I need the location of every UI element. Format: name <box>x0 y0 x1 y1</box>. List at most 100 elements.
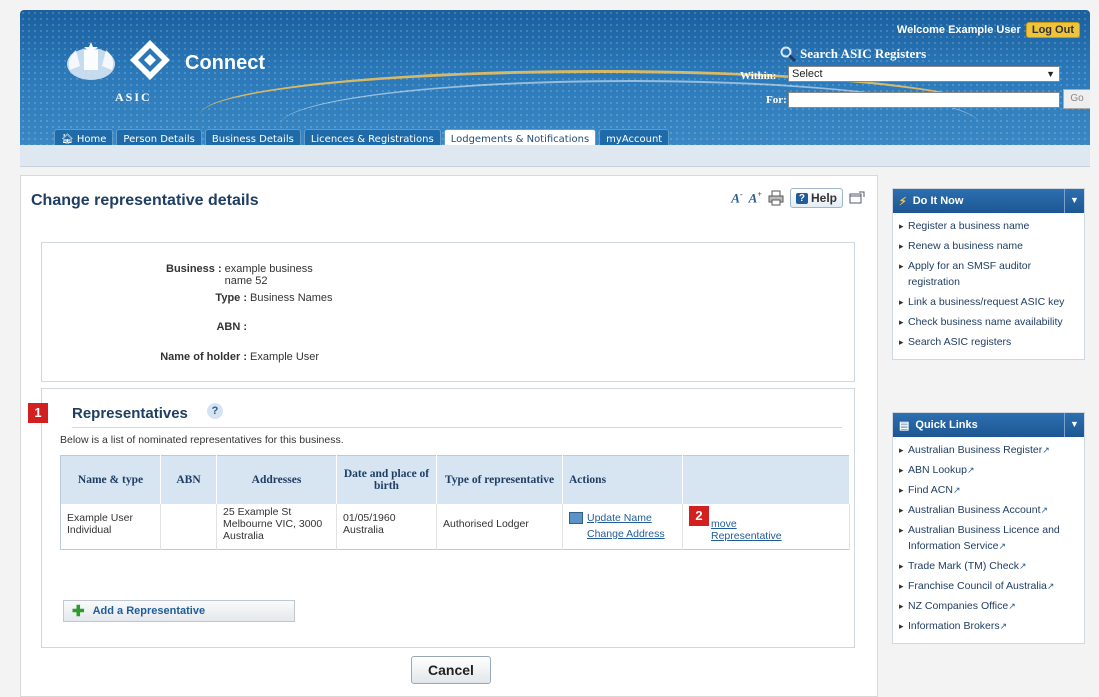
within-select[interactable]: Select ▼ <box>788 66 1060 82</box>
logo-connect-text: Connect <box>185 52 265 74</box>
quick-links-list: Australian Business Register↗ ABN Lookup… <box>893 437 1084 643</box>
do-it-now-item[interactable]: Register a business name <box>899 218 1080 234</box>
pob-value: Australia <box>343 523 384 536</box>
tab-business-details[interactable]: Business Details <box>204 129 301 145</box>
detail-holder: Name of holder : Example User <box>42 351 342 363</box>
col-dob: Date and place of birth <box>336 455 437 504</box>
print-icon[interactable] <box>768 190 784 206</box>
increase-text-size-icon[interactable]: A+ <box>749 190 762 206</box>
update-name-link[interactable]: Update Name <box>587 512 652 524</box>
cancel-button[interactable]: Cancel <box>411 656 491 684</box>
tab-myaccount[interactable]: myAccount <box>599 129 670 145</box>
do-it-now-item[interactable]: Search ASIC registers <box>899 334 1080 350</box>
quick-link-item[interactable]: Franchise Council of Australia↗ <box>899 578 1080 594</box>
quick-link-item[interactable]: ABN Lookup↗ <box>899 462 1080 478</box>
step-marker-2: 2 <box>689 505 709 526</box>
cell-addresses: 25 Example St Melbourne VIC, 3000 Austra… <box>216 503 337 550</box>
help-button[interactable]: ? Help <box>789 188 843 208</box>
go-button[interactable]: Go <box>1063 89 1090 109</box>
quick-link-item[interactable]: Australian Business Licence and Informat… <box>899 522 1080 554</box>
quick-link-label: Australian Business Licence and Informat… <box>908 524 1060 552</box>
quick-links-header[interactable]: ▤ Quick Links ▼ <box>893 413 1084 437</box>
magnifier-icon <box>780 46 796 62</box>
quick-links-title: Quick Links <box>915 419 978 431</box>
asic-diamond-logo-icon <box>130 40 170 80</box>
cell-dob: 01/05/1960 Australia <box>336 503 437 550</box>
tab-person-details[interactable]: Person Details <box>116 129 202 145</box>
representatives-title: Representatives <box>72 405 188 422</box>
cell-rep-type: Authorised Lodger <box>436 503 563 550</box>
external-link-icon: ↗ <box>998 541 1007 551</box>
quick-link-label: Information Brokers <box>908 620 1000 632</box>
representatives-table: Name & type ABN Addresses Date and place… <box>60 455 850 550</box>
quick-link-item[interactable]: NZ Companies Office↗ <box>899 598 1080 614</box>
collapse-arrow-icon[interactable]: ▼ <box>1064 189 1084 213</box>
do-it-now-header[interactable]: ⚡︎ Do It Now ▼ <box>893 189 1084 213</box>
within-label: Within: <box>740 70 777 82</box>
col-actions: Actions <box>562 455 683 504</box>
within-select-value: Select <box>792 68 823 80</box>
external-link-icon: ↗ <box>1042 445 1050 455</box>
business-value: example business name 52 <box>224 263 313 287</box>
help-question-icon[interactable]: ? <box>207 403 223 419</box>
lightning-icon: ⚡︎ <box>899 195 907 208</box>
site-header: ASIC Connect Welcome Example User Log Ou… <box>20 10 1090 145</box>
help-question-icon: ? <box>795 192 808 204</box>
type-label: Type : <box>215 292 247 304</box>
decrease-text-size-icon[interactable]: A- <box>731 190 742 206</box>
do-it-now-title: Do It Now <box>912 195 964 207</box>
quick-links-icon: ▤ <box>899 419 910 432</box>
detail-abn: ABN : <box>42 321 342 333</box>
table-row: Example User Individual 25 Example St Me… <box>60 503 850 550</box>
address-line-2: Melbourne VIC, 3000 <box>223 517 323 530</box>
external-link-icon: ↗ <box>1040 505 1049 515</box>
col-name-type: Name & type <box>60 455 161 504</box>
quick-link-item[interactable]: Trade Mark (TM) Check↗ <box>899 558 1080 574</box>
external-link-icon: ↗ <box>1019 561 1027 571</box>
quick-link-label: Find ACN <box>908 484 953 496</box>
do-it-now-item[interactable]: Link a business/request ASIC key <box>899 294 1080 310</box>
change-address-link[interactable]: Change Address <box>587 528 665 540</box>
cell-remove: 2 move Representative <box>682 503 850 550</box>
tab-home-label: Home <box>76 134 107 145</box>
external-link-icon: ↗ <box>1008 601 1016 611</box>
page-toolbar: A- A+ ? Help <box>731 188 865 208</box>
do-it-now-item[interactable]: Renew a business name <box>899 238 1080 254</box>
representatives-description: Below is a list of nominated representat… <box>60 434 344 446</box>
search-for-input[interactable] <box>788 92 1060 108</box>
divider <box>72 427 842 428</box>
do-it-now-item[interactable]: Apply for an SMSF auditor registration <box>899 258 1080 290</box>
quick-link-item[interactable]: Australian Business Account↗ <box>899 502 1080 518</box>
dropdown-arrow-icon: ▼ <box>1046 69 1055 79</box>
quick-link-label: Australian Business Account <box>908 504 1041 516</box>
col-rep-type: Type of representative <box>436 455 563 504</box>
quick-link-item[interactable]: Australian Business Register↗ <box>899 442 1080 458</box>
coat-of-arms-icon <box>67 42 115 80</box>
collapse-arrow-icon[interactable]: ▼ <box>1064 413 1084 437</box>
tab-home[interactable]: 🏠︎ Home <box>54 129 114 145</box>
do-it-now-item[interactable]: Check business name availability <box>899 314 1080 330</box>
external-link-icon: ↗ <box>1046 581 1055 591</box>
col-extra <box>682 455 850 504</box>
search-title: Search ASIC Registers <box>780 46 926 62</box>
remove-link-part1[interactable]: move <box>711 518 845 530</box>
home-icon: 🏠︎ <box>61 134 74 145</box>
welcome-text: Welcome Example User <box>896 24 1021 36</box>
business-details-box: Business : example business name 52 Type… <box>41 242 855 382</box>
remove-representative-link[interactable]: Representative <box>711 530 845 542</box>
popout-window-icon[interactable] <box>849 191 865 205</box>
quick-link-item[interactable]: Information Brokers↗ <box>899 618 1080 634</box>
for-label: For: <box>766 94 787 106</box>
col-addresses: Addresses <box>216 455 337 504</box>
quick-link-label: NZ Companies Office <box>908 600 1009 612</box>
tab-lodgements-notifications[interactable]: Lodgements & Notifications <box>443 129 597 145</box>
logout-button[interactable]: Log Out <box>1025 22 1080 38</box>
add-representative-button[interactable]: ✚ Add a Representative <box>63 600 295 622</box>
cell-actions: Update Name Change Address <box>562 503 683 550</box>
external-link-icon: ↗ <box>999 621 1008 631</box>
step-marker-1: 1 <box>28 403 48 423</box>
tab-licences-registrations[interactable]: Licences & Registrations <box>303 129 441 145</box>
rep-type-individual: Individual <box>67 523 112 536</box>
quick-link-item[interactable]: Find ACN↗ <box>899 482 1080 498</box>
abn-label: ABN : <box>216 321 247 333</box>
